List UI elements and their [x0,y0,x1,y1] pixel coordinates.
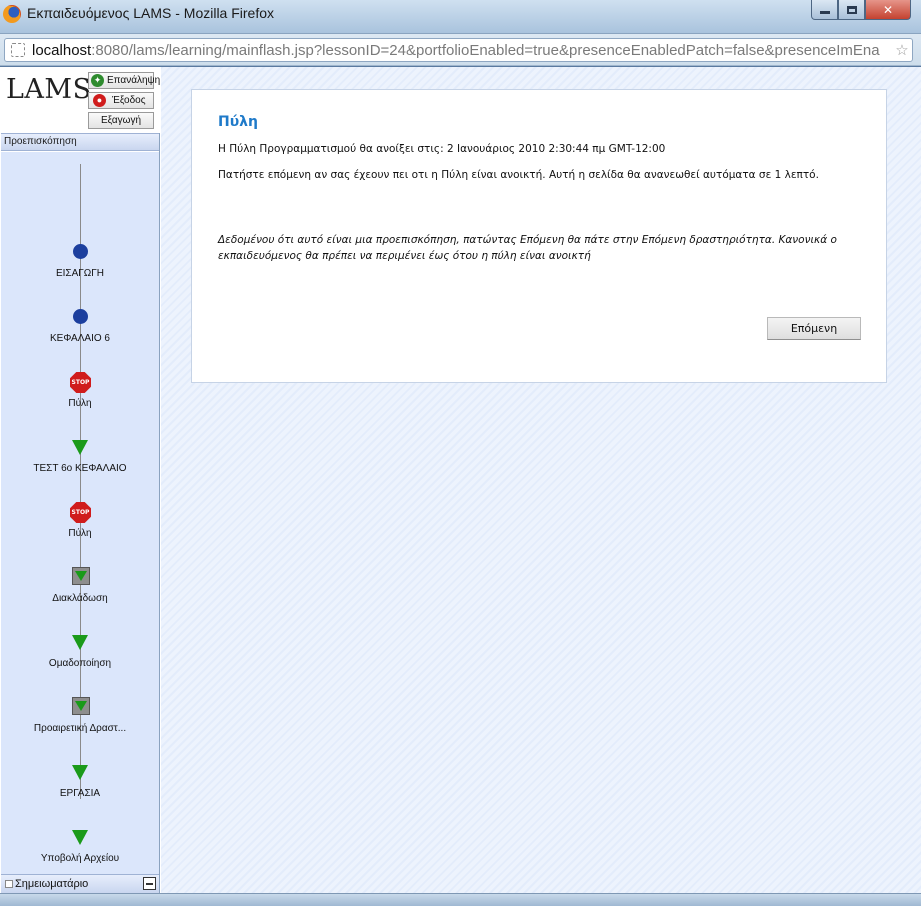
activity-label: ΚΕΦΑΛΑΙΟ 6 [50,333,110,344]
repeat-button-label: Επανάληψη [107,75,161,86]
notebook-icon [5,880,13,888]
export-button[interactable]: Εξαγωγή [88,112,154,129]
gate-instruction-text: Πατήστε επόμενη αν σας έχεουν πει οτι η … [218,169,819,181]
firefox-logo-icon [3,5,21,23]
green-triangle-icon [72,635,88,650]
notebook-bar[interactable]: Σημειωματάριο [1,874,159,893]
minimize-button[interactable] [811,0,838,20]
lams-logo-text: LAMS [6,74,92,105]
page-viewport: LAMS ✦ Επανάληψη ● Έξοδος Εξαγωγή Προεπι… [0,67,921,893]
activity-label: ΕΡΓΑΣΙΑ [59,788,101,799]
notebook-label: Σημειωματάριο [15,878,89,890]
bookmark-star-icon[interactable]: ☆ [892,41,912,59]
green-triangle-icon [72,440,88,455]
page-title: Πύλη [218,114,258,130]
lesson-progress-map: ΕΙΣΑΓΩΓΗ ΚΕΦΑΛΑΙΟ 6 STOP Πύλη ΤΕΣΤ 6ο ΚΕ… [1,152,159,874]
activity-label: ΤΕΣΤ 6ο ΚΕΦΑΛΑΙΟ [33,463,127,474]
activity-item-1[interactable]: ΕΙΣΑΓΩΓΗ [1,242,159,302]
exit-person-icon: ● [93,94,106,107]
learner-sidebar: LAMS ✦ Επανάληψη ● Έξοδος Εξαγωγή Προεπι… [0,67,160,893]
window-controls: ✕ [811,0,911,20]
window-title: Εκπαιδευόμενος LAMS - Mozilla Firefox [27,5,275,21]
activity-label: Υποβολή Αρχείου [40,853,120,864]
window-titlebar[interactable]: Εκπαιδευόμενος LAMS - Mozilla Firefox ✕ [0,0,921,34]
activity-label: Πύλη [68,528,92,539]
window-bottom-border [0,893,921,906]
url-host: localhost [32,41,92,59]
activity-label: ΕΙΣΑΓΩΓΗ [55,268,104,279]
activity-item-3[interactable]: STOP Πύλη [1,372,159,432]
activity-label: Διακλάδωση [52,593,108,604]
gate-open-time-text: Η Πύλη Προγραμματισμού θα ανοίξει στις: … [218,143,666,155]
activity-item-9[interactable]: ΕΡΓΑΣΙΑ [1,762,159,822]
activity-label: Ομαδοποίηση [48,658,112,669]
minimize-icon [819,11,830,14]
branch-box-icon [72,567,90,585]
activity-item-8[interactable]: Προαιρετική Δραστ... [1,697,159,757]
preview-header: Προεπισκόπηση [1,133,159,151]
notebook-toggle-button[interactable] [143,877,156,890]
exit-button-label: Έξοδος [112,95,146,106]
completed-circle-icon [73,244,88,259]
exit-button[interactable]: ● Έξοδος [88,92,154,109]
activity-item-2[interactable]: ΚΕΦΑΛΑΙΟ 6 [1,307,159,367]
green-triangle-icon [72,830,88,845]
stop-gate-icon: STOP [70,502,91,523]
optional-box-icon [72,697,90,715]
navigation-toolbar: localhost:8080/lams/learning/mainflash.j… [0,34,921,66]
preview-note-text: Δεδομένου ότι αυτό είναι μια προεπισκόπη… [218,234,837,262]
maximize-icon [846,5,857,14]
close-icon: ✕ [882,2,894,17]
gate-panel: Πύλη Η Πύλη Προγραμματισμού θα ανοίξει σ… [191,89,887,383]
stop-gate-icon: STOP [70,372,91,393]
close-button[interactable]: ✕ [865,0,911,20]
url-path: :8080/lams/learning/mainflash.jsp?lesson… [91,41,880,59]
activity-content-area: Πύλη Η Πύλη Προγραμματισμού θα ανοίξει σ… [161,67,921,893]
green-triangle-icon [72,765,88,780]
address-bar[interactable]: localhost:8080/lams/learning/mainflash.j… [4,38,913,62]
activity-item-5[interactable]: STOP Πύλη [1,502,159,562]
walking-person-icon: ✦ [91,74,104,87]
site-identity-icon[interactable] [11,43,25,57]
maximize-button[interactable] [838,0,865,20]
export-button-label: Εξαγωγή [100,115,142,126]
url-text[interactable]: localhost:8080/lams/learning/mainflash.j… [32,42,892,59]
activity-item-6[interactable]: Διακλάδωση [1,567,159,627]
logo-area: LAMS ✦ Επανάληψη ● Έξοδος Εξαγωγή [0,67,160,133]
lams-logo: LAMS [6,74,92,105]
repeat-button[interactable]: ✦ Επανάληψη [88,72,160,89]
next-button[interactable]: Επόμενη [767,317,861,340]
activity-label: Πύλη [68,398,92,409]
activity-item-4[interactable]: ΤΕΣΤ 6ο ΚΕΦΑΛΑΙΟ [1,437,159,497]
activity-label: Προαιρετική Δραστ... [33,723,127,734]
completed-circle-icon [73,309,88,324]
activity-item-7[interactable]: Ομαδοποίηση [1,632,159,692]
